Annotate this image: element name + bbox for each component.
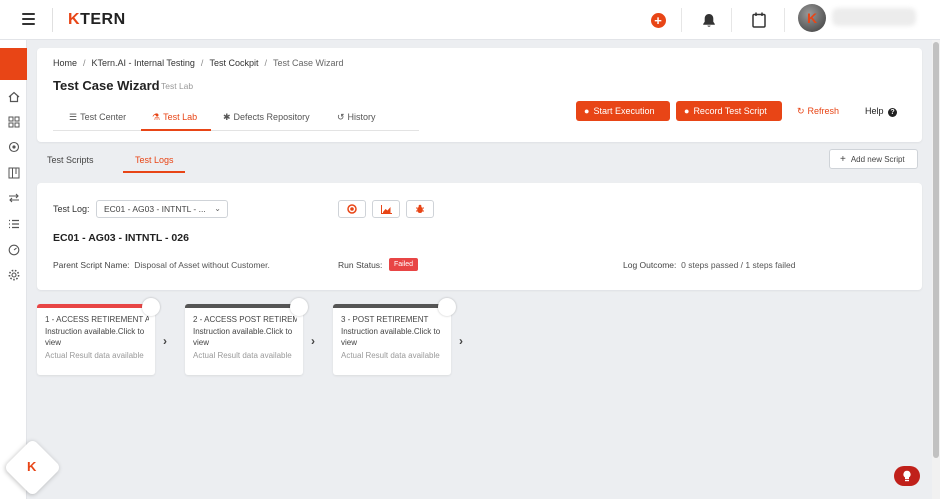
chevron-right-icon: › [163,334,167,348]
step-card-3[interactable]: 3 - POST RETIREMENT Instruction availabl… [333,298,456,375]
breadcrumb-current: Test Case Wizard [272,58,344,68]
header-card: Home / KTern.AI - Internal Testing / Test Co… [37,48,922,142]
breadcrumb-project[interactable]: KTern.AI - Internal Testing [92,58,195,68]
record-test-script-button[interactable]: ● Record Test Script [676,101,782,121]
ktern-logo-icon[interactable]: K [27,459,36,474]
ktern-logo[interactable]: KTERN [68,11,126,29]
transfer-icon[interactable] [7,191,20,204]
home-icon[interactable] [7,90,20,103]
step-actual-result: Actual Result data available [45,351,144,360]
active-tab-indicator [141,129,211,131]
hamburger-icon[interactable] [22,13,35,25]
log-outcome: Log Outcome: 0 steps passed / 1 steps fa… [623,260,796,270]
breadcrumb: Home / KTern.AI - Internal Testing / Test Co… [53,58,344,68]
top-bar: KTERN + K [0,0,940,40]
calendar-icon[interactable] [749,10,769,30]
step-status-bar [333,304,451,308]
kanban-icon[interactable] [7,166,20,179]
step-instruction[interactable]: Instruction available.Click to view [341,326,441,348]
lightbulb-icon[interactable] [894,466,920,486]
page-title: Test Case Wizard [53,78,160,93]
divider [731,8,732,32]
step-status-bar [37,304,155,308]
record-icon: ● [684,106,690,116]
help-button[interactable]: Help ? [865,106,898,117]
page-scrollbar[interactable] [932,40,940,499]
chevron-right-icon: › [459,334,463,348]
bell-icon[interactable] [699,10,719,30]
grid-icon[interactable] [7,115,20,128]
log-chart-button[interactable] [372,200,400,218]
run-status-label: Run Status: [338,260,383,270]
user-play-icon: ● [584,106,590,116]
refresh-icon: ↻ [797,106,805,116]
step-instruction[interactable]: Instruction available.Click to view [193,326,293,348]
left-rail [0,40,27,499]
rail-active-indicator [0,48,27,80]
parent-script-value: Disposal of Asset without Customer. [134,260,270,270]
plus-icon: + [840,153,846,165]
list-icon: ☰ [69,112,78,122]
add-new-script-button[interactable]: + Add new Script [829,149,918,169]
status-badge: Failed [389,258,419,271]
tab-history[interactable]: ↺ History [337,112,376,123]
divider [784,8,785,32]
test-log-select[interactable]: EC01 - AG03 - INTNTL - ... ⌄ [96,200,228,218]
plus-circle-icon[interactable]: + [648,10,668,30]
chart-icon [380,204,392,214]
scrollbar-thumb[interactable] [933,42,939,458]
active-subtab-indicator [123,171,185,173]
step-status-dot [290,298,308,316]
question-icon: ? [888,108,898,117]
step-instruction[interactable]: Instruction available.Click to view [45,326,145,348]
log-outcome-value: 0 steps passed / 1 steps failed [681,260,796,270]
dashboard-icon[interactable] [7,243,20,256]
test-log-card: Test Log: EC01 - AG03 - INTNTL - ... ⌄ E… [37,183,922,290]
tab-test-lab[interactable]: ⚗ Test Lab [152,112,197,123]
subtab-test-scripts[interactable]: Test Scripts [47,155,94,165]
step-card-2[interactable]: 2 - ACCESS POST RETIREME Instruction ava… [185,298,308,375]
settings-icon[interactable] [7,268,20,281]
tab-defects-repository[interactable]: ✱ Defects Repository [223,112,310,123]
chevron-right-icon: › [311,334,315,348]
refresh-button[interactable]: ↻ Refresh [797,106,839,117]
step-title: 3 - POST RETIREMENT [341,315,429,324]
step-status-bar [185,304,303,308]
location-icon[interactable] [7,140,20,153]
step-card-1[interactable]: 1 - ACCESS RETIREMENT AP Instruction ava… [37,298,160,375]
step-status-dot [142,298,160,316]
list-icon[interactable] [7,217,20,230]
start-execution-button[interactable]: ● Start Execution [576,101,670,121]
user-name-redacted[interactable] [832,8,916,26]
flask-icon: ⚗ [152,112,161,122]
target-icon [347,204,357,214]
bug-icon [416,204,424,213]
divider [52,8,53,32]
log-title: EC01 - AG03 - INTNTL - 026 [53,232,189,244]
step-status-dot [438,298,456,316]
breadcrumb-test-cockpit[interactable]: Test Cockpit [209,58,258,68]
log-defect-button[interactable] [406,200,434,218]
main-tabs: ☰ Test Center ⚗ Test Lab ✱ Defects Reposito… [53,107,419,131]
chevron-down-icon: ⌄ [214,204,221,213]
divider [681,8,682,32]
avatar[interactable]: K [798,4,826,32]
log-status-button[interactable] [338,200,366,218]
step-actual-result: Actual Result data available [193,351,292,360]
page-subtitle: Test Lab [161,81,194,91]
tab-test-center[interactable]: ☰ Test Center [69,112,126,123]
subtab-test-logs[interactable]: Test Logs [135,155,174,165]
test-log-label: Test Log: [53,204,90,214]
step-actual-result: Actual Result data available [341,351,440,360]
history-icon: ↺ [337,112,345,122]
parent-script-name: Parent Script Name: Disposal of Asset wi… [53,260,270,270]
step-title: 1 - ACCESS RETIREMENT AP [45,315,149,324]
bug-icon: ✱ [223,112,231,122]
breadcrumb-home[interactable]: Home [53,58,77,68]
step-title: 2 - ACCESS POST RETIREME [193,315,297,324]
